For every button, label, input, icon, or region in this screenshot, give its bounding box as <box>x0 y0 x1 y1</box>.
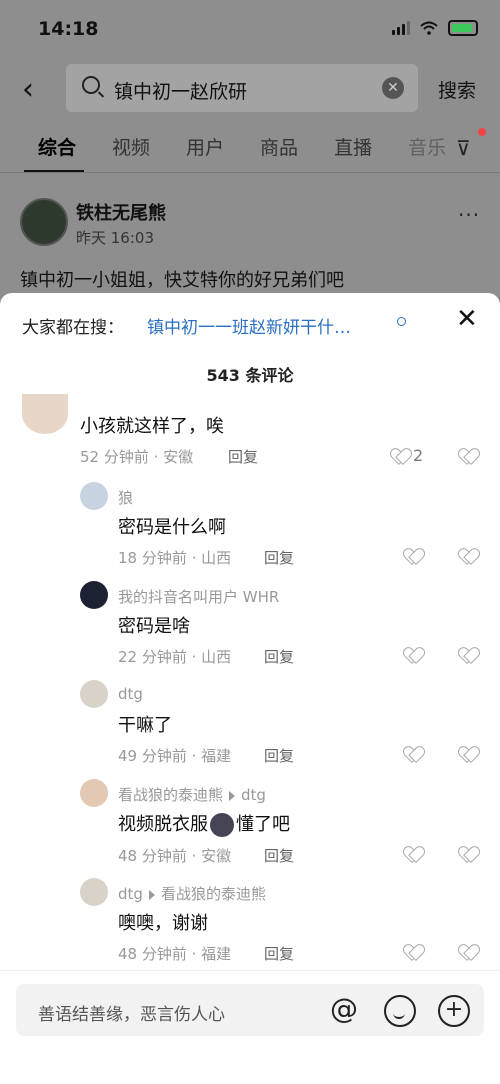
like-icon[interactable] <box>405 549 421 565</box>
dislike-icon[interactable] <box>460 847 476 863</box>
comment-meta: 48 分钟前 · 福建 <box>118 945 232 963</box>
hot-search-label: 大家都在搜： <box>22 318 124 338</box>
avatar[interactable] <box>80 482 108 510</box>
reply-button[interactable]: 回复 <box>264 646 294 667</box>
dislike-icon[interactable] <box>460 648 476 664</box>
reply-button[interactable]: 回复 <box>264 943 294 964</box>
more-icon[interactable]: ··· <box>458 203 480 227</box>
status-time: 14:18 <box>38 18 99 40</box>
search-icon <box>82 76 100 94</box>
comment-meta: 48 分钟前 · 安徽 <box>118 847 232 865</box>
avatar[interactable] <box>80 878 108 906</box>
dislike-icon[interactable] <box>460 449 476 465</box>
tab-products[interactable]: 商品 <box>260 133 298 160</box>
reply-button[interactable]: 回复 <box>228 446 258 467</box>
comment-text: 小孩就这样了，唉 <box>80 416 224 437</box>
comment-author-name[interactable]: 看战狼的泰迪熊 <box>118 786 223 804</box>
wifi-icon <box>420 21 438 35</box>
comment-text: 视频脱衣服 懂了吧 <box>118 810 290 837</box>
tab-users[interactable]: 用户 <box>186 133 224 160</box>
dislike-icon[interactable] <box>460 945 476 961</box>
battery-icon <box>448 20 478 36</box>
comment-meta: 22 分钟前 · 山西 <box>118 648 232 666</box>
like-icon[interactable] <box>405 747 421 763</box>
comment-text: 干嘛了 <box>118 715 172 736</box>
reply-arrow-icon <box>229 790 236 801</box>
close-icon[interactable]: ✕ <box>456 304 478 334</box>
notification-dot <box>478 128 486 136</box>
post-text: 镇中初一小姐姐，快艾特你的好兄弟们吧 <box>20 270 344 291</box>
avatar[interactable] <box>22 394 68 434</box>
comment-text: 噢噢，谢谢 <box>118 913 208 934</box>
reply-button[interactable]: 回复 <box>264 845 294 866</box>
comment-author: dtg 看战狼的泰迪熊 <box>118 883 266 904</box>
dog-emoji-icon <box>210 813 234 837</box>
dislike-icon[interactable] <box>460 549 476 565</box>
post-author[interactable]: 铁柱无尾熊 <box>76 199 166 225</box>
dislike-icon[interactable] <box>460 747 476 763</box>
search-query[interactable]: 镇中初一赵欣研 <box>114 77 247 104</box>
back-icon[interactable]: ‹ <box>22 72 34 107</box>
comment-text: 密码是啥 <box>118 616 190 637</box>
avatar[interactable] <box>80 680 108 708</box>
comment-author[interactable]: dtg <box>118 685 143 703</box>
avatar[interactable] <box>20 198 68 246</box>
search-icon <box>397 317 406 326</box>
status-icons <box>392 20 478 36</box>
tab-music[interactable]: 音乐 <box>408 133 446 160</box>
clear-icon[interactable]: ✕ <box>382 77 404 99</box>
comment-author-name[interactable]: dtg <box>118 885 143 903</box>
reply-button[interactable]: 回复 <box>264 547 294 568</box>
search-button[interactable]: 搜索 <box>438 76 476 103</box>
filter-icon[interactable]: ⊽ <box>456 136 471 160</box>
comment-author: 看战狼的泰迪熊 dtg <box>118 784 266 805</box>
reply-to-name[interactable]: 看战狼的泰迪熊 <box>161 885 266 903</box>
tab-all[interactable]: 综合 <box>38 133 76 160</box>
like-count: 2 <box>413 446 424 465</box>
like-icon[interactable] <box>405 648 421 664</box>
comment-text: 密码是什么啊 <box>118 517 226 538</box>
emoji-icon[interactable] <box>384 995 416 1027</box>
tab-video[interactable]: 视频 <box>112 133 150 160</box>
like-icon[interactable] <box>405 945 421 961</box>
avatar[interactable] <box>80 779 108 807</box>
plus-icon[interactable]: + <box>438 995 470 1027</box>
divider <box>0 172 500 173</box>
reply-arrow-icon <box>148 889 155 900</box>
comment-input-placeholder[interactable]: 善语结善缘，恶言伤人心 <box>38 1000 225 1025</box>
tab-live[interactable]: 直播 <box>334 133 372 160</box>
signal-icon <box>392 21 410 35</box>
hot-search-link[interactable]: 镇中初一一班赵新妍干什… <box>147 313 351 338</box>
comment-meta: 49 分钟前 · 福建 <box>118 747 232 765</box>
comment-meta: 52 分钟前 · 安徽 <box>80 448 194 466</box>
comment-author[interactable]: 我的抖音名叫用户 WHR <box>118 586 279 607</box>
comment-meta: 18 分钟前 · 山西 <box>118 549 232 567</box>
avatar[interactable] <box>80 581 108 609</box>
post-time: 昨天 16:03 <box>76 229 154 247</box>
comment-text-before: 视频脱衣服 <box>118 814 208 835</box>
at-mention-icon[interactable]: @ <box>330 992 358 1025</box>
comment-count: 543 条评论 <box>206 366 294 385</box>
search-tabs: 综合 视频 用户 商品 直播 音乐 <box>38 133 482 160</box>
comment-author[interactable]: 狼 <box>118 487 133 508</box>
comment-text-after: 懂了吧 <box>236 814 290 835</box>
like-icon[interactable] <box>405 847 421 863</box>
reply-to-name[interactable]: dtg <box>241 786 266 804</box>
reply-button[interactable]: 回复 <box>264 745 294 766</box>
comments-sheet <box>0 293 500 1083</box>
like-icon[interactable] <box>392 449 408 465</box>
